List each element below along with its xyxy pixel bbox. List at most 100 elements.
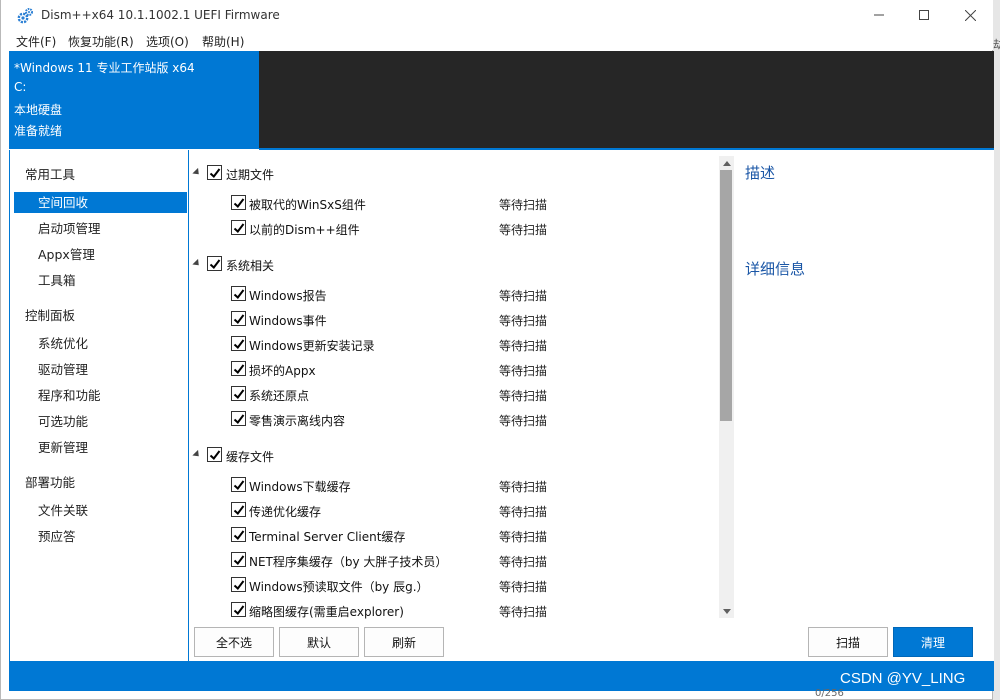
watermark: CSDN @YV_LING <box>840 670 966 687</box>
session-status: 准备就绪 <box>14 124 63 138</box>
details-heading: 详细信息 <box>745 260 806 278</box>
tree-scrollbar[interactable] <box>719 156 734 618</box>
menu-recovery[interactable]: 恢复功能(R) <box>68 33 134 50</box>
expander-arrow-icon[interactable] <box>192 167 202 178</box>
nav-group-common-tools: 常用工具 <box>25 167 76 182</box>
sidebar-item-startup[interactable]: 启动项管理 <box>14 218 187 239</box>
cleanup-item-status: 等待扫描 <box>499 223 548 237</box>
cleanup-item-status: 等待扫描 <box>499 339 548 353</box>
deselect-all-button[interactable]: 全不选 <box>194 627 274 657</box>
cleanup-item-label: 被取代的WinSxS组件 <box>249 198 366 212</box>
sidebar-item-drivers[interactable]: 驱动管理 <box>14 359 187 380</box>
menu-options[interactable]: 选项(O) <box>146 33 189 50</box>
item-checkbox[interactable] <box>231 577 246 592</box>
cleanup-item-label: 传递优化缓存 <box>249 505 322 519</box>
cleanup-item-status: 等待扫描 <box>499 605 548 619</box>
gear-icon <box>17 8 33 24</box>
space-reclaim-panel: 过期文件 被取代的WinSxS组件 等待扫描 以前的Dism++组件 等待扫描 系统相关 W… <box>189 150 994 661</box>
app-window: Dism++x64 10.1.1002.1 UEFI Firmware 文件(F… <box>0 0 994 700</box>
nav-group-control-panel: 控制面板 <box>25 308 76 323</box>
minimize-icon <box>874 14 884 16</box>
item-checkbox[interactable] <box>231 552 246 567</box>
sidebar-item-space-reclaim[interactable]: 空间回收 <box>14 192 187 213</box>
category-checkbox[interactable] <box>207 256 222 271</box>
cleanup-item-label: 损坏的Appx <box>249 364 316 378</box>
cleanup-item-status: 等待扫描 <box>499 289 548 303</box>
cleanup-item-status: 等待扫描 <box>499 505 548 519</box>
item-checkbox[interactable] <box>231 502 246 517</box>
cleanup-item-label: 零售演示离线内容 <box>249 414 346 428</box>
window-title: Dism++x64 10.1.1002.1 UEFI Firmware <box>41 8 280 22</box>
background-window-fragment: 劫 <box>993 38 1000 51</box>
cleanup-item-status: 等待扫描 <box>499 480 548 494</box>
scroll-thumb[interactable] <box>720 170 732 421</box>
item-checkbox[interactable] <box>231 361 246 376</box>
category-checkbox[interactable] <box>207 447 222 462</box>
item-checkbox[interactable] <box>231 286 246 301</box>
sidebar-item-toolbox[interactable]: 工具箱 <box>14 270 187 291</box>
cleanup-item-label: 以前的Dism++组件 <box>249 223 360 237</box>
sidebar-item-updates[interactable]: 更新管理 <box>14 437 187 458</box>
sidebar-item-appx[interactable]: Appx管理 <box>14 244 187 265</box>
cleanup-item-status: 等待扫描 <box>499 198 548 212</box>
category-label: 系统相关 <box>226 259 275 273</box>
item-checkbox[interactable] <box>231 195 246 210</box>
cleanup-item-status: 等待扫描 <box>499 530 548 544</box>
title-bar[interactable]: Dism++x64 10.1.1002.1 UEFI Firmware <box>1 0 993 30</box>
sidebar-item-optional-features[interactable]: 可选功能 <box>14 411 187 432</box>
cleanup-item-status: 等待扫描 <box>499 314 548 328</box>
os-name: *Windows 11 专业工作站版 x64 <box>14 61 195 75</box>
cleanup-item-label: Windows事件 <box>249 314 327 328</box>
sidebar-item-unattend[interactable]: 预应答 <box>14 526 187 547</box>
category-label: 缓存文件 <box>226 450 275 464</box>
item-checkbox[interactable] <box>231 527 246 542</box>
category-label: 过期文件 <box>226 168 275 182</box>
scroll-down-arrow-icon[interactable] <box>719 604 734 618</box>
close-icon <box>964 9 976 21</box>
description-heading: 描述 <box>745 164 776 182</box>
cleanup-item-status: 等待扫描 <box>499 580 548 594</box>
cleanup-item-status: 等待扫描 <box>499 364 548 378</box>
cleanup-item-status: 等待扫描 <box>499 414 548 428</box>
close-button[interactable] <box>947 0 993 30</box>
expander-arrow-icon[interactable] <box>192 449 202 460</box>
cleanup-item-label: Windows更新安装记录 <box>249 339 375 353</box>
cleanup-item-label: 系统还原点 <box>249 389 310 403</box>
scroll-up-arrow-icon[interactable] <box>719 156 734 170</box>
sidebar-item-programs[interactable]: 程序和功能 <box>14 385 187 406</box>
default-button[interactable]: 默认 <box>279 627 359 657</box>
scan-button[interactable]: 扫描 <box>808 627 888 657</box>
maximize-icon <box>919 10 929 20</box>
item-checkbox[interactable] <box>231 477 246 492</box>
menu-file[interactable]: 文件(F) <box>16 33 56 50</box>
cleanup-item-label: Terminal Server Client缓存 <box>249 530 406 544</box>
category-checkbox[interactable] <box>207 165 222 180</box>
refresh-button[interactable]: 刷新 <box>364 627 444 657</box>
item-checkbox[interactable] <box>231 411 246 426</box>
item-checkbox[interactable] <box>231 336 246 351</box>
sidebar: 常用工具 空间回收 启动项管理 Appx管理 工具箱 控制面板 系统优化 驱动管… <box>9 150 189 661</box>
cleanup-item-label: NET程序集缓存（by 大胖子技术员） <box>249 555 448 569</box>
cleanup-item-label: Windows下载缓存 <box>249 480 351 494</box>
maximize-button[interactable] <box>901 0 947 30</box>
cleanup-item-status: 等待扫描 <box>499 389 548 403</box>
item-checkbox[interactable] <box>231 386 246 401</box>
cleanup-item-label: Windows预读取文件（by 辰g.） <box>249 580 429 594</box>
session-list-area[interactable] <box>259 51 994 149</box>
drive-letter: C: <box>14 80 27 94</box>
item-checkbox[interactable] <box>231 220 246 235</box>
item-checkbox[interactable] <box>231 311 246 326</box>
sidebar-item-system-optimize[interactable]: 系统优化 <box>14 333 187 354</box>
nav-group-deploy: 部署功能 <box>25 475 76 490</box>
session-header[interactable]: *Windows 11 专业工作站版 x64 C: 本地硬盘 准备就绪 <box>9 51 259 149</box>
minimize-button[interactable] <box>856 0 902 30</box>
menu-bar: 文件(F) 恢复功能(R) 选项(O) 帮助(H) <box>1 30 993 50</box>
expander-arrow-icon[interactable] <box>192 258 202 269</box>
cleanup-item-label: 缩略图缓存(需重启explorer) <box>249 605 404 619</box>
clean-button[interactable]: 清理 <box>893 627 973 657</box>
background-counter-fragment: 0/256 <box>815 688 844 699</box>
sidebar-item-file-association[interactable]: 文件关联 <box>14 500 187 521</box>
menu-help[interactable]: 帮助(H) <box>202 33 244 50</box>
item-checkbox[interactable] <box>231 602 246 617</box>
cleanup-item-label: Windows报告 <box>249 289 327 303</box>
